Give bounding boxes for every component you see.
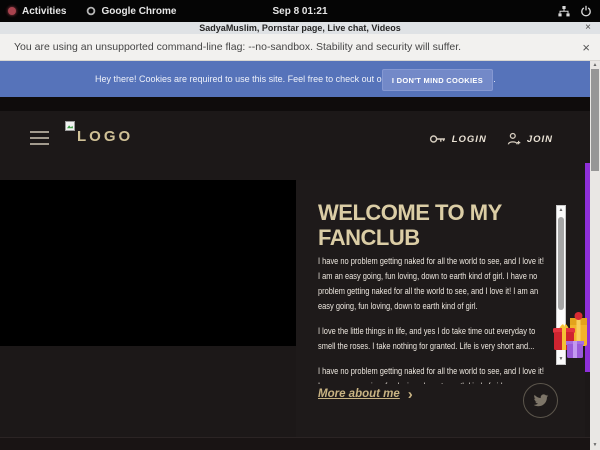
browser-scrollbar-thumb[interactable] bbox=[591, 69, 599, 171]
video-placeholder[interactable] bbox=[0, 180, 296, 346]
infobar-close-icon[interactable]: × bbox=[582, 40, 590, 55]
about-paragraph: I have no problem getting naked for all … bbox=[318, 254, 547, 314]
gift-boxes-icon[interactable] bbox=[553, 308, 591, 364]
chevron-right-icon: › bbox=[408, 389, 413, 400]
broken-image-icon bbox=[65, 121, 75, 131]
scroll-up-icon[interactable]: ▲ bbox=[557, 207, 565, 213]
power-icon[interactable] bbox=[580, 5, 592, 17]
about-text-scrollarea[interactable]: I have no problem getting naked for all … bbox=[318, 254, 547, 384]
hamburger-menu-icon[interactable] bbox=[30, 131, 49, 145]
twitter-bird-icon bbox=[533, 394, 549, 408]
browser-infobar: You are using an unsupported command-lin… bbox=[0, 34, 600, 61]
network-icon[interactable] bbox=[558, 6, 570, 17]
recording-dot-icon bbox=[8, 7, 16, 15]
site-logo[interactable]: LOGO bbox=[65, 121, 133, 145]
desktop-screen: Activities Google Chrome Sep 8 01:21 bbox=[0, 0, 600, 450]
twitter-button[interactable] bbox=[523, 383, 558, 418]
browser-tab-strip: SadyaMuslim, Pornstar page, Live chat, V… bbox=[0, 22, 600, 34]
webpage: LOGO LOGIN JOIN WELCOME TO MY FAN bbox=[0, 97, 590, 450]
about-paragraph: I have no problem getting naked for all … bbox=[318, 364, 547, 384]
logo-alt-text: LOGO bbox=[77, 128, 133, 145]
about-scrollbar-thumb[interactable] bbox=[558, 217, 564, 310]
join-label: JOIN bbox=[527, 134, 553, 145]
browser-scrollbar[interactable]: ▲ ▼ bbox=[590, 61, 600, 450]
site-top-strip bbox=[0, 97, 590, 111]
scroll-down-icon[interactable]: ▼ bbox=[590, 442, 600, 448]
tab-close-icon[interactable]: × bbox=[585, 22, 591, 34]
more-about-me-link[interactable]: More about me › bbox=[318, 388, 413, 400]
more-about-me-label: More about me bbox=[318, 388, 400, 400]
cookie-accept-button[interactable]: I DON'T MIND COOKIES bbox=[382, 69, 493, 91]
app-menu[interactable]: Google Chrome bbox=[86, 6, 176, 17]
app-menu-label: Google Chrome bbox=[101, 6, 176, 17]
chrome-app-icon bbox=[86, 6, 96, 16]
cookie-consent-bar: Hey there! Cookies are required to use t… bbox=[0, 61, 590, 97]
about-paragraph: I love the little things in life, and ye… bbox=[318, 324, 547, 354]
login-button[interactable]: LOGIN bbox=[429, 133, 487, 145]
infobar-message: You are using an unsupported command-lin… bbox=[0, 41, 461, 53]
join-button[interactable]: JOIN bbox=[507, 132, 553, 146]
login-label: LOGIN bbox=[452, 134, 487, 145]
activities-button[interactable]: Activities bbox=[22, 6, 66, 17]
browser-tab[interactable]: SadyaMuslim, Pornstar page, Live chat, V… bbox=[0, 22, 600, 34]
key-icon bbox=[429, 133, 446, 145]
welcome-heading: WELCOME TO MY FANCLUB bbox=[318, 201, 513, 250]
person-plus-icon bbox=[507, 132, 521, 146]
site-nav: LOGIN JOIN bbox=[429, 132, 553, 146]
site-footer-strip bbox=[0, 437, 590, 450]
clock[interactable]: Sep 8 01:21 bbox=[272, 0, 327, 22]
gnome-top-bar: Activities Google Chrome Sep 8 01:21 bbox=[0, 0, 600, 22]
scroll-up-icon[interactable]: ▲ bbox=[590, 62, 600, 68]
